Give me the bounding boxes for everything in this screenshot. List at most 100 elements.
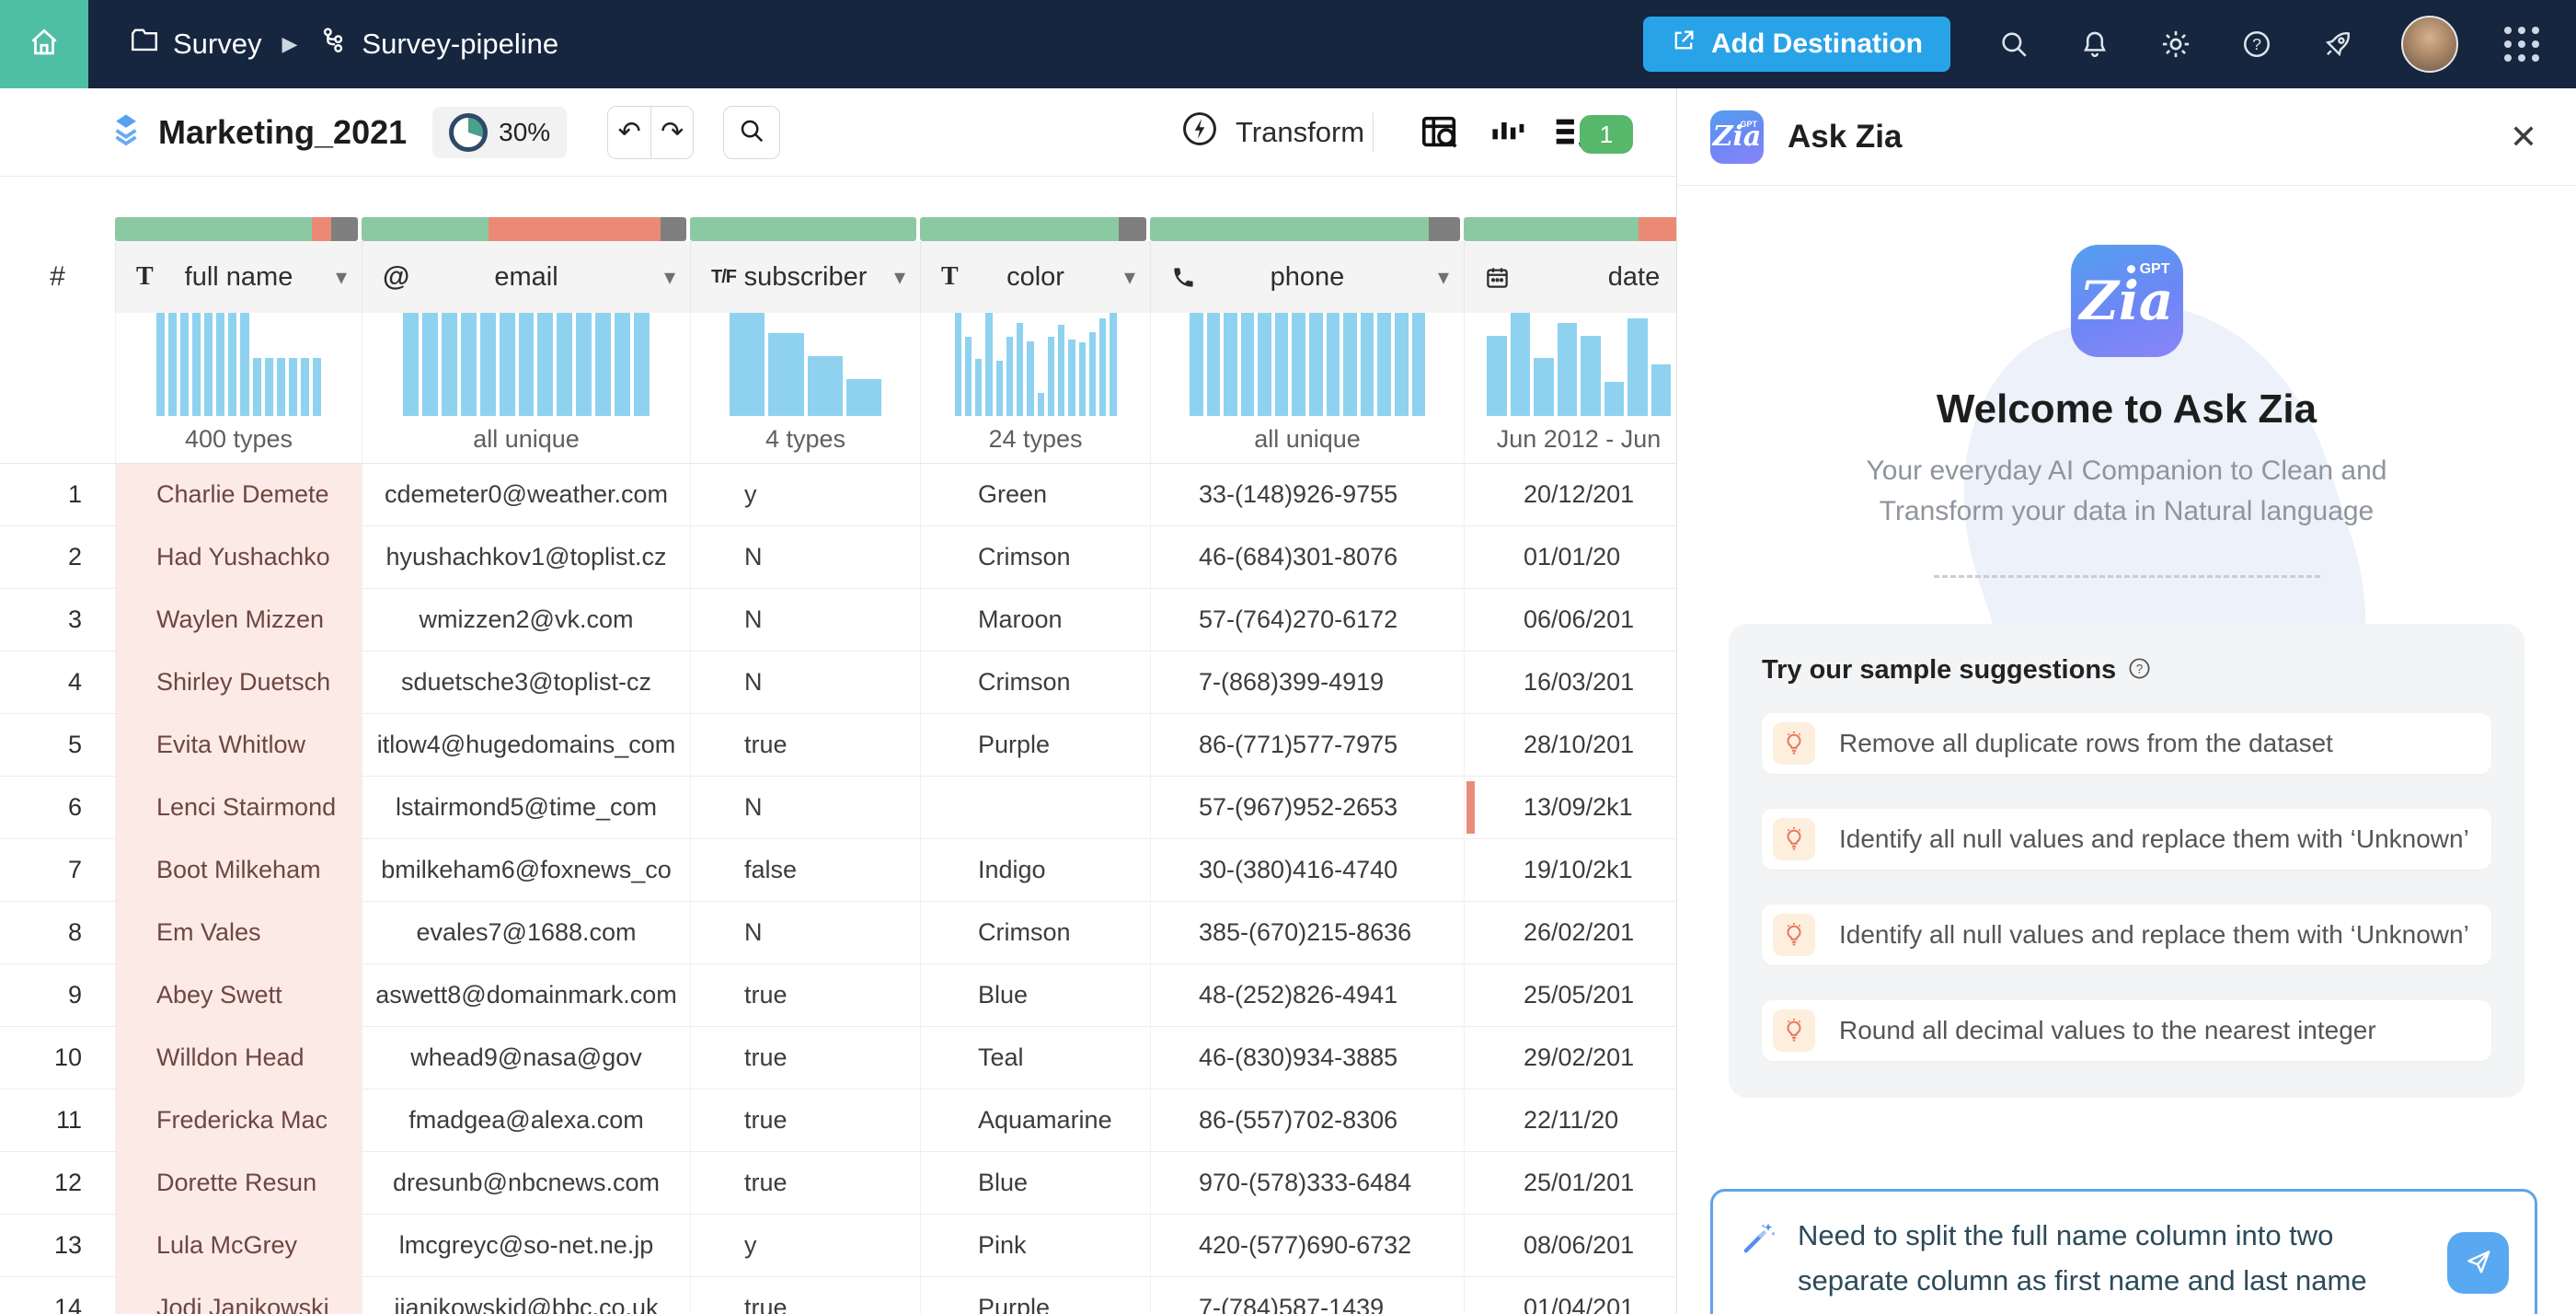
cell-phone[interactable]: 57-(764)270-6172	[1150, 589, 1464, 651]
cell-date[interactable]: 06/06/201	[1464, 589, 1676, 651]
cell-email[interactable]: lstairmond5@time_com	[362, 777, 690, 838]
cell-phone[interactable]: 57-(967)952-2653	[1150, 777, 1464, 838]
histogram-phone[interactable]: all unique	[1150, 313, 1464, 463]
quality-bar-email[interactable]	[362, 217, 690, 241]
cell-color[interactable]: Crimson	[920, 651, 1150, 713]
help-icon[interactable]: ?	[2239, 27, 2274, 62]
cell-date[interactable]: 13/09/2k1	[1464, 777, 1676, 838]
cell-email[interactable]: wmizzen2@vk.com	[362, 589, 690, 651]
cell-subscriber[interactable]: y	[690, 1215, 920, 1276]
cell-phone[interactable]: 48-(252)826-4941	[1150, 964, 1464, 1026]
cell-email[interactable]: hyushachkov1@toplist.cz	[362, 526, 690, 588]
cell-full-name[interactable]: Abey Swett	[115, 964, 362, 1026]
cell-full-name[interactable]: Jodi Janikowski	[115, 1277, 362, 1314]
cell-subscriber[interactable]: N	[690, 589, 920, 651]
cell-full-name[interactable]: Charlie Demete	[115, 464, 362, 525]
cell-phone[interactable]: 30-(380)416-4740	[1150, 839, 1464, 901]
cell-date[interactable]: 20/12/201	[1464, 464, 1676, 525]
cell-subscriber[interactable]: N	[690, 651, 920, 713]
cell-date[interactable]: 19/10/2k1	[1464, 839, 1676, 901]
histogram-full-name[interactable]: 400 types	[115, 313, 362, 463]
cell-date[interactable]: 08/06/201	[1464, 1215, 1676, 1276]
cell-full-name[interactable]: Em Vales	[115, 902, 362, 963]
cell-email[interactable]: jjanikowskid@bbc.co.uk	[362, 1277, 690, 1314]
cell-full-name[interactable]: Dorette Resun	[115, 1152, 362, 1214]
column-header-full-name[interactable]: T full name ▾	[115, 241, 362, 313]
gear-icon[interactable]	[2158, 27, 2193, 62]
cell-date[interactable]: 25/01/201	[1464, 1152, 1676, 1214]
cell-full-name[interactable]: Boot Milkeham	[115, 839, 362, 901]
ask-zia-input[interactable]: Need to split the full name column into …	[1710, 1189, 2537, 1314]
cell-color[interactable]: Crimson	[920, 526, 1150, 588]
cell-phone[interactable]: 46-(684)301-8076	[1150, 526, 1464, 588]
column-header-email[interactable]: @ email ▾	[362, 241, 690, 313]
cell-email[interactable]: aswett8@domainmark.com	[362, 964, 690, 1026]
cell-phone[interactable]: 86-(557)702-8306	[1150, 1089, 1464, 1151]
suggestion-card[interactable]: Identify all null values and replace the…	[1762, 809, 2491, 870]
histogram-subscriber[interactable]: 4 types	[690, 313, 920, 463]
cell-subscriber[interactable]: N	[690, 777, 920, 838]
cell-date[interactable]: 22/11/20	[1464, 1089, 1676, 1151]
cell-date[interactable]: 25/05/201	[1464, 964, 1676, 1026]
suggestion-card[interactable]: Remove all duplicate rows from the datas…	[1762, 713, 2491, 774]
help-circle-icon[interactable]: ?	[2127, 656, 2152, 686]
histogram-color[interactable]: 24 types	[920, 313, 1150, 463]
avatar[interactable]	[2401, 16, 2458, 73]
cell-date[interactable]: 01/04/201	[1464, 1277, 1676, 1314]
suggestion-card[interactable]: Identify all null values and replace the…	[1762, 905, 2491, 965]
column-header-subscriber[interactable]: T/F subscriber ▾	[690, 241, 920, 313]
quality-bar-date[interactable]	[1464, 217, 1676, 241]
column-header-date[interactable]: date ▾	[1464, 241, 1676, 313]
quality-bar-phone[interactable]	[1150, 217, 1464, 241]
cell-subscriber[interactable]: true	[690, 964, 920, 1026]
cell-full-name[interactable]: Lenci Stairmond	[115, 777, 362, 838]
redo-button[interactable]: ↷	[650, 107, 693, 158]
search-icon[interactable]	[1996, 27, 2031, 62]
column-menu-caret-icon[interactable]: ▾	[894, 264, 905, 291]
cell-phone[interactable]: 7-(784)587-1439	[1150, 1277, 1464, 1314]
cell-subscriber[interactable]: N	[690, 526, 920, 588]
cell-phone[interactable]: 385-(670)215-8636	[1150, 902, 1464, 963]
quality-bar-subscriber[interactable]	[690, 217, 920, 241]
quality-bar-color[interactable]	[920, 217, 1150, 241]
undo-button[interactable]: ↶	[608, 107, 650, 158]
cell-email[interactable]: whead9@nasa@gov	[362, 1027, 690, 1089]
add-destination-button[interactable]: Add Destination	[1643, 17, 1950, 72]
cell-phone[interactable]: 33-(148)926-9755	[1150, 464, 1464, 525]
cell-email[interactable]: dresunb@nbcnews.com	[362, 1152, 690, 1214]
cell-email[interactable]: itlow4@hugedomains_com	[362, 714, 690, 776]
cell-color[interactable]: Teal	[920, 1027, 1150, 1089]
cell-full-name[interactable]: Fredericka Mac	[115, 1089, 362, 1151]
breadcrumb-pipeline[interactable]: Survey-pipeline	[317, 25, 558, 63]
cell-color[interactable]: Pink	[920, 1215, 1150, 1276]
cell-date[interactable]: 16/03/201	[1464, 651, 1676, 713]
rocket-icon[interactable]	[2320, 27, 2355, 62]
cell-phone[interactable]: 420-(577)690-6732	[1150, 1215, 1464, 1276]
cell-full-name[interactable]: Lula McGrey	[115, 1215, 362, 1276]
column-header-phone[interactable]: phone ▾	[1150, 241, 1464, 313]
cell-full-name[interactable]: Had Yushachko	[115, 526, 362, 588]
data-preview-icon[interactable]	[1417, 110, 1463, 155]
column-menu-caret-icon[interactable]: ▾	[664, 264, 675, 291]
cell-phone[interactable]: 7-(868)399-4919	[1150, 651, 1464, 713]
cell-full-name[interactable]: Evita Whitlow	[115, 714, 362, 776]
cell-subscriber[interactable]: true	[690, 1027, 920, 1089]
cell-phone[interactable]: 970-(578)333-6484	[1150, 1152, 1464, 1214]
cell-email[interactable]: cdemeter0@weather.com	[362, 464, 690, 525]
cell-date[interactable]: 28/10/201	[1464, 714, 1676, 776]
close-icon[interactable]: ✕	[2510, 121, 2537, 154]
cell-date[interactable]: 01/01/20	[1464, 526, 1676, 588]
column-stats-icon[interactable]	[1484, 110, 1530, 155]
column-menu-caret-icon[interactable]: ▾	[1124, 264, 1135, 291]
cell-full-name[interactable]: Willdon Head	[115, 1027, 362, 1089]
ask-zia-query-text[interactable]: Need to split the full name column into …	[1798, 1214, 2394, 1304]
cell-full-name[interactable]: Shirley Duetsch	[115, 651, 362, 713]
cell-email[interactable]: evales7@1688.com	[362, 902, 690, 963]
cell-subscriber[interactable]: false	[690, 839, 920, 901]
cell-email[interactable]: sduetsche3@toplist-cz	[362, 651, 690, 713]
cell-subscriber[interactable]: true	[690, 714, 920, 776]
column-header-color[interactable]: T color ▾	[920, 241, 1150, 313]
cell-subscriber[interactable]: N	[690, 902, 920, 963]
cell-subscriber[interactable]: true	[690, 1152, 920, 1214]
transform-button[interactable]: Transform	[1180, 110, 1364, 156]
